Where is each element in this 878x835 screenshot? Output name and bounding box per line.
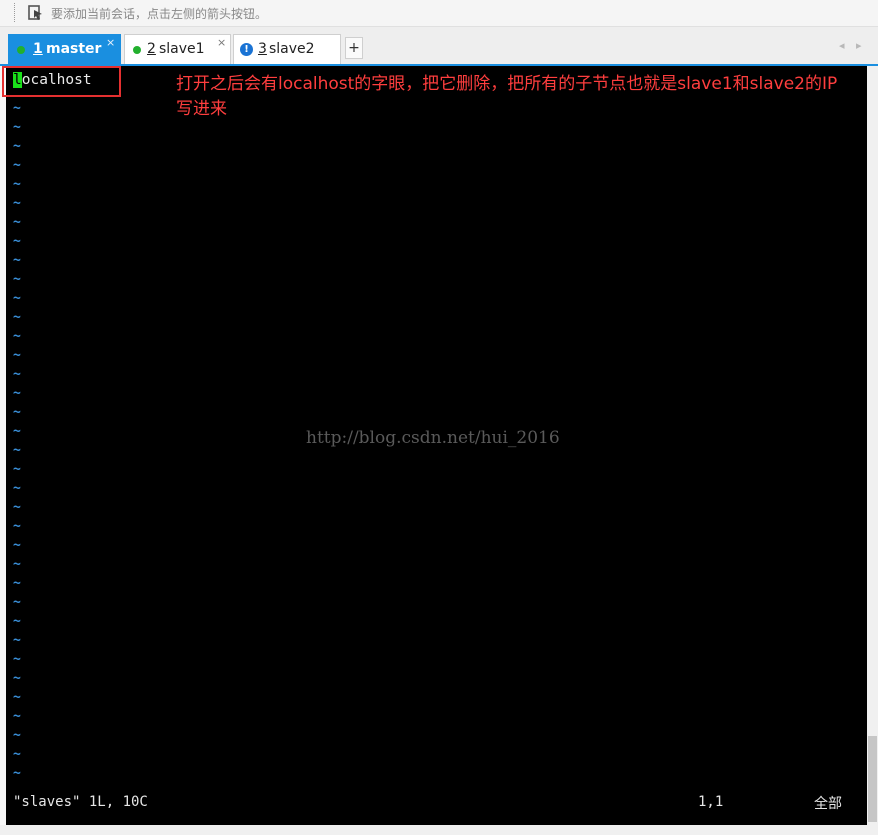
tilde-marker: ~ <box>13 576 21 591</box>
tab-label: slave1 <box>159 41 205 57</box>
vertical-scrollbar[interactable] <box>867 66 878 825</box>
status-file-info: "slaves" 1L, 10C <box>13 794 148 810</box>
scrollbar-thumb[interactable] <box>868 736 877 822</box>
new-tab-button[interactable]: + <box>345 37 363 59</box>
tilde-marker: ~ <box>13 234 21 249</box>
tab-number: 3 <box>258 41 267 57</box>
tab-number: 1 <box>33 41 43 57</box>
tilde-marker: ~ <box>13 177 21 192</box>
tilde-marker: ~ <box>13 747 21 762</box>
tilde-marker: ~ <box>13 310 21 325</box>
warning-status-icon: ! <box>240 43 253 56</box>
tilde-marker: ~ <box>13 538 21 553</box>
tilde-marker: ~ <box>13 557 21 572</box>
tilde-marker: ~ <box>13 215 21 230</box>
annotation-text: 打开之后会有localhost的字眼，把它删除，把所有的子节点也就是slave1… <box>176 74 838 119</box>
toolbar-grip[interactable] <box>14 3 17 22</box>
terminal-screen[interactable]: localhost ~ ~ ~ ~ ~ ~ ~ ~ ~ ~ ~ ~ ~ ~ ~ ~ ~ ~ ~ ~ ~ ~ ~ ~ ~ ~ ~ ~ ~ ~… <box>6 66 867 825</box>
tilde-marker: ~ <box>13 690 21 705</box>
tilde-marker: ~ <box>13 329 21 344</box>
tilde-marker: ~ <box>13 424 21 439</box>
tilde-marker: ~ <box>13 101 21 116</box>
tilde-marker: ~ <box>13 120 21 135</box>
tab-scroll-arrows[interactable]: ◂ ▸ <box>839 39 866 52</box>
tilde-marker: ~ <box>13 462 21 477</box>
tilde-marker: ~ <box>13 709 21 724</box>
tilde-marker: ~ <box>13 443 21 458</box>
empty-line-markers: ~ ~ ~ ~ ~ ~ ~ ~ ~ ~ ~ ~ ~ ~ ~ ~ ~ ~ ~ ~ ~ ~ ~ ~ ~ ~ ~ ~ ~ ~ ~ ~ ~ ~ ~ ~ <box>13 99 25 783</box>
session-tab-strip: 1 master × 2 slave1 × ! 3 slave2 + ◂ ▸ <box>0 27 878 65</box>
tilde-marker: ~ <box>13 595 21 610</box>
tilde-marker: ~ <box>13 348 21 363</box>
tilde-marker: ~ <box>13 386 21 401</box>
tab-number: 2 <box>147 41 156 57</box>
tilde-marker: ~ <box>13 633 21 648</box>
tab-master[interactable]: 1 master × <box>8 34 121 64</box>
watermark-text: http://blog.csdn.net/hui_2016 <box>306 428 560 448</box>
tilde-marker: ~ <box>13 728 21 743</box>
tilde-marker: ~ <box>13 766 21 781</box>
tilde-marker: ~ <box>13 139 21 154</box>
bottom-edge <box>0 825 878 835</box>
tilde-marker: ~ <box>13 481 21 496</box>
highlight-box <box>2 66 121 97</box>
tilde-marker: ~ <box>13 272 21 287</box>
close-tab-icon[interactable]: × <box>217 36 226 49</box>
tilde-marker: ~ <box>13 196 21 211</box>
tab-slave1[interactable]: 2 slave1 × <box>124 34 231 64</box>
tab-label: master <box>46 41 102 57</box>
connected-status-icon <box>17 46 25 54</box>
tilde-marker: ~ <box>13 367 21 382</box>
hint-text: 要添加当前会话，点击左侧的箭头按钮。 <box>51 7 268 21</box>
tilde-marker: ~ <box>13 519 21 534</box>
connected-status-icon <box>133 46 141 54</box>
tilde-marker: ~ <box>13 671 21 686</box>
tab-slave2[interactable]: ! 3 slave2 <box>233 34 341 64</box>
tilde-marker: ~ <box>13 652 21 667</box>
tilde-marker: ~ <box>13 614 21 629</box>
tilde-marker: ~ <box>13 253 21 268</box>
status-scroll-indicator: 全部 <box>814 796 842 812</box>
session-hint-bar: 要添加当前会话，点击左侧的箭头按钮。 <box>0 0 878 27</box>
send-arrow-icon[interactable] <box>28 5 44 21</box>
tilde-marker: ~ <box>13 291 21 306</box>
tab-label: slave2 <box>269 41 315 57</box>
status-cursor-position: 1,1 <box>698 794 724 810</box>
tilde-marker: ~ <box>13 158 21 173</box>
close-tab-icon[interactable]: × <box>106 36 115 49</box>
tilde-marker: ~ <box>13 500 21 515</box>
tilde-marker: ~ <box>13 405 21 420</box>
